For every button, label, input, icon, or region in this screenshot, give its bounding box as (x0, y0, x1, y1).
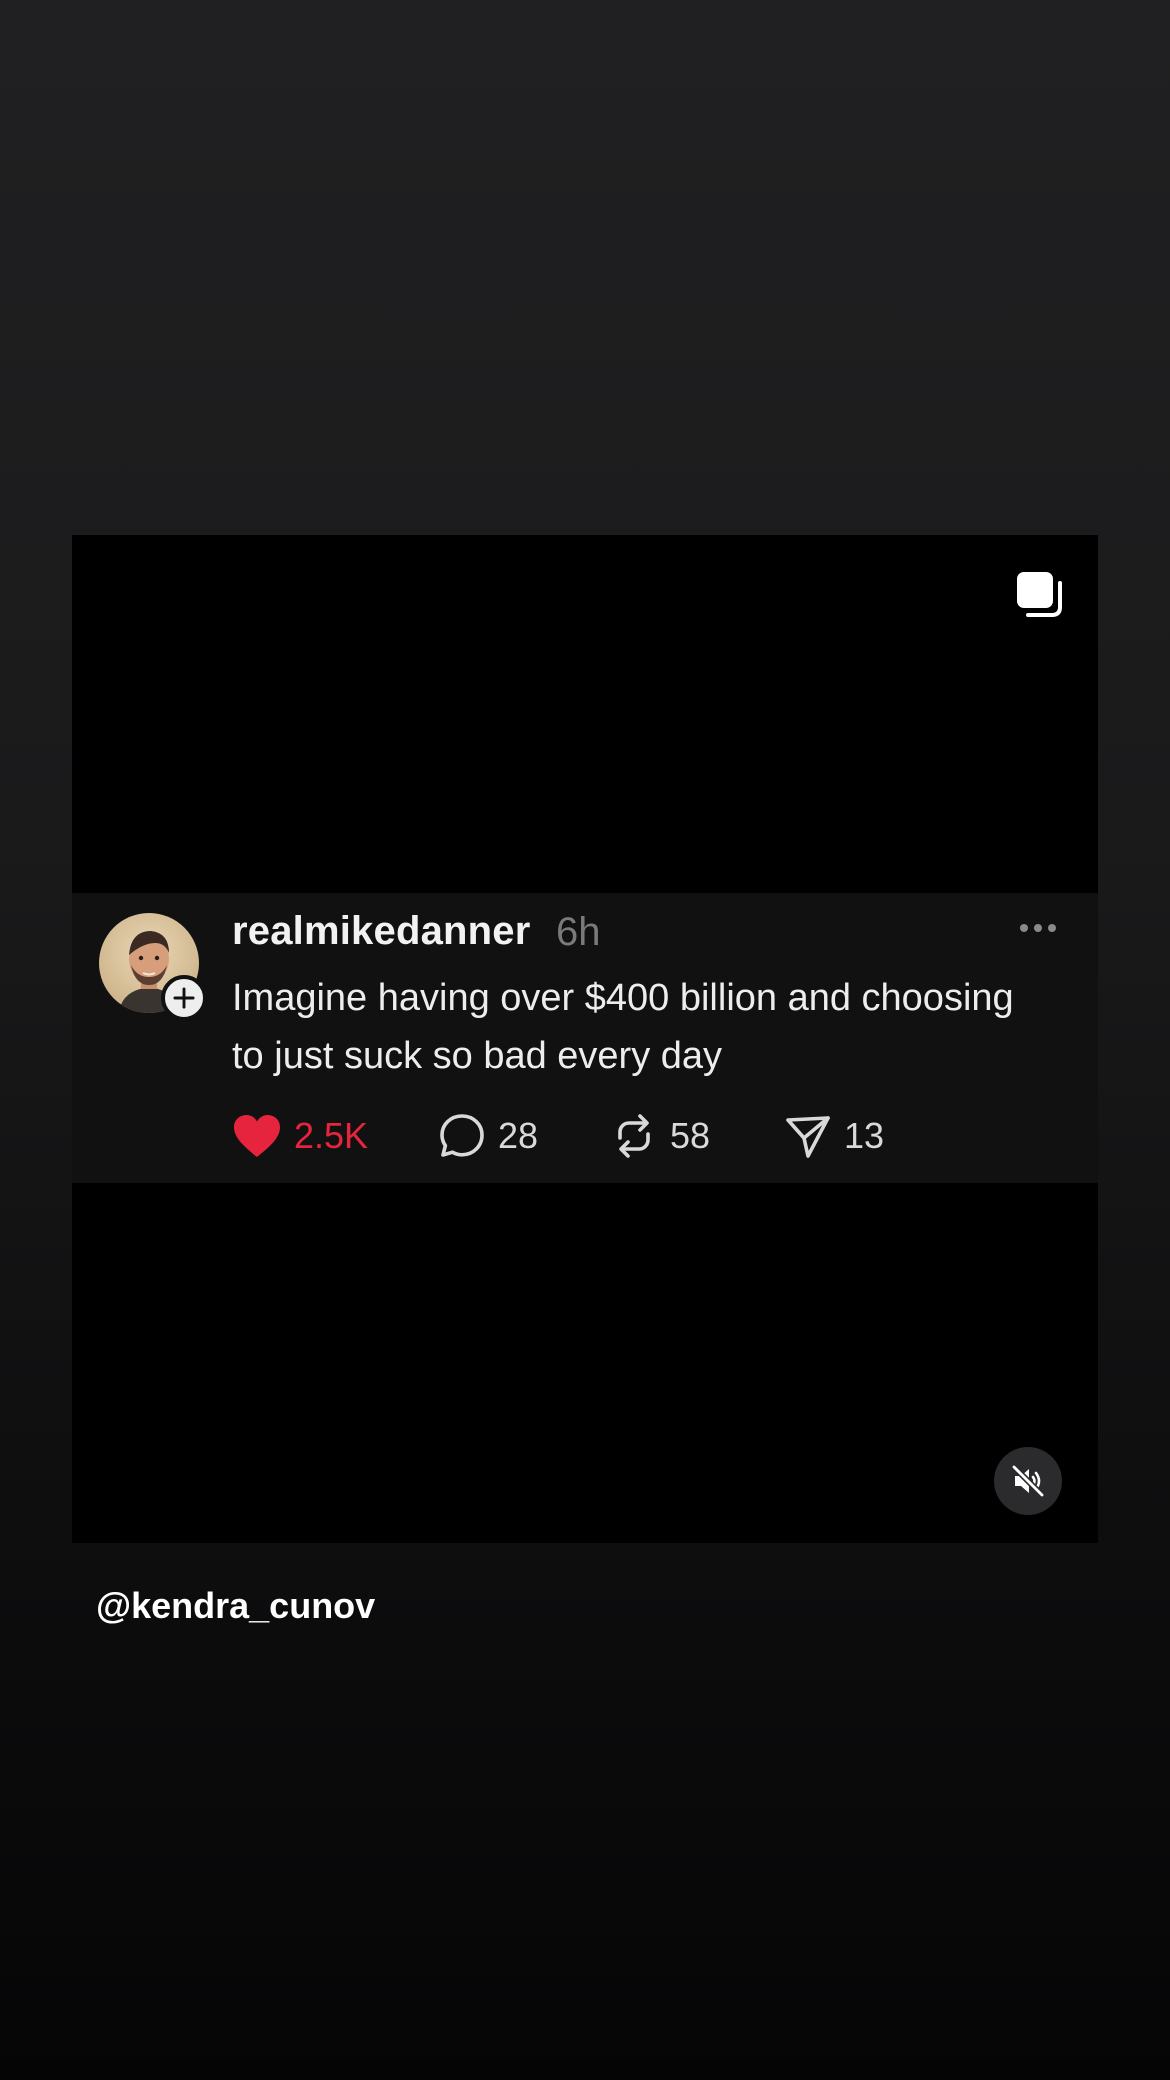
like-button[interactable]: 2.5K (232, 1111, 368, 1161)
send-icon (786, 1116, 830, 1158)
repost-count: 58 (670, 1115, 711, 1156)
repost-icon (618, 1114, 650, 1158)
like-count: 2.5K (294, 1115, 369, 1156)
post-text: Imagine having over $400 billion and cho… (232, 977, 1014, 1077)
shared-post-card[interactable]: realmikedanner 6h Imagine having over $4… (72, 535, 1098, 1543)
share-count: 13 (844, 1115, 885, 1156)
threads-post[interactable]: realmikedanner 6h Imagine having over $4… (72, 893, 1098, 1183)
comment-button[interactable]: 28 (438, 1111, 538, 1161)
share-button[interactable]: 13 (784, 1111, 884, 1161)
comment-count: 28 (498, 1115, 539, 1156)
repost-button[interactable]: 58 (610, 1111, 710, 1161)
more-dots-icon[interactable] (1016, 913, 1060, 943)
avatar[interactable] (99, 913, 207, 1021)
speaker-muted-icon (1011, 1464, 1045, 1498)
mute-toggle-button[interactable] (994, 1447, 1062, 1515)
post-timestamp: 6h (556, 910, 601, 954)
stack-icon[interactable] (1014, 569, 1064, 619)
post-username[interactable]: realmikedanner (232, 909, 531, 954)
mention-tag[interactable]: @kendra_cunov (96, 1585, 375, 1627)
comment-icon (440, 1114, 484, 1157)
heart-icon (234, 1115, 280, 1157)
plus-icon[interactable] (161, 975, 207, 1021)
